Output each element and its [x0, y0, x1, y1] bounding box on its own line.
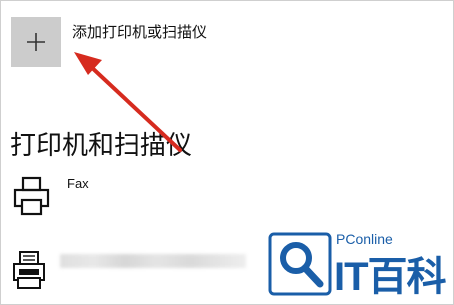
watermark: PConline IT百科: [262, 228, 452, 304]
pconline-search-logo: [268, 232, 332, 296]
watermark-big-text: IT百科: [334, 255, 447, 299]
